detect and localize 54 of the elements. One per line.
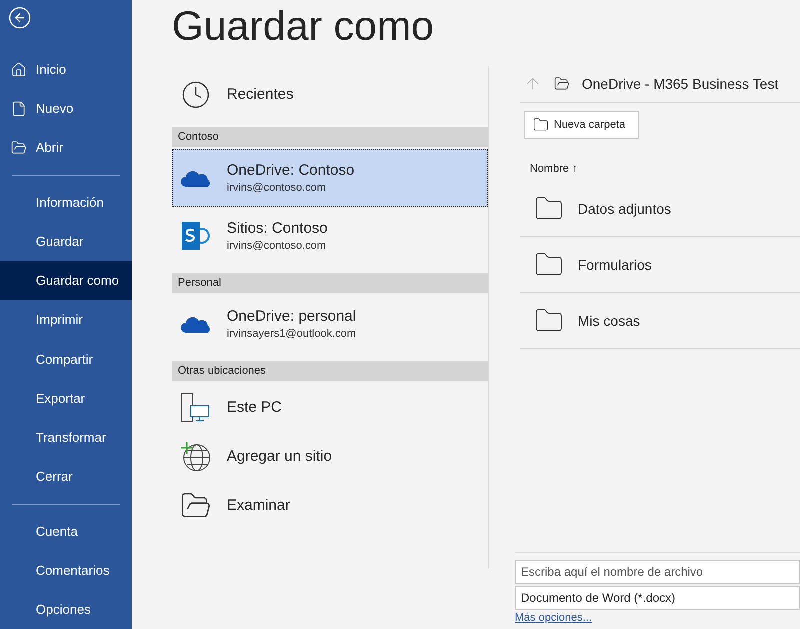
nav-item[interactable]: Cerrar [0, 456, 132, 496]
globe-add-icon [180, 440, 212, 472]
filename-field[interactable]: Escriba aquí el nombre de archivo [515, 560, 800, 584]
nav-item[interactable]: Transformar [0, 418, 132, 457]
location-item[interactable]: OneDrive: personal irvinsayers1@outlook.com [172, 295, 488, 353]
document-icon [11, 100, 27, 117]
folder-icon [11, 140, 27, 156]
page-title: Guardar como [172, 2, 436, 51]
nav-item[interactable]: Imprimir [0, 300, 132, 340]
nav-item[interactable]: Nuevo [0, 89, 132, 128]
location-title: Recientes [227, 86, 294, 103]
nav-item[interactable]: Comentarios [0, 550, 132, 590]
folder-icon [554, 76, 570, 92]
nav-item[interactable]: Cuenta [0, 512, 132, 551]
location-title: Sitios: Contoso [227, 220, 328, 237]
nav-item[interactable]: Inicio [0, 50, 132, 90]
location-item[interactable]: OneDrive: Contoso irvins@contoso.com [172, 149, 488, 207]
location-title: Agregar un sitio [227, 448, 332, 465]
account-email: irvins@contoso.com [227, 182, 328, 194]
section-header: Contoso [172, 127, 488, 147]
sharepoint-icon [180, 221, 212, 251]
section-header: Otras ubicaciones [172, 361, 488, 381]
folder-row[interactable]: Datos adjuntos [520, 181, 800, 237]
nav-item[interactable]: Opciones [0, 590, 132, 629]
nav-item[interactable]: Compartir [0, 340, 132, 379]
nav-item[interactable]: Exportar [0, 378, 132, 418]
nav-item[interactable]: Guardar [0, 222, 132, 262]
location-title: OneDrive: personal [227, 308, 356, 325]
back-button[interactable] [8, 6, 32, 30]
nav-item[interactable]: Guardar como [0, 261, 132, 300]
location-title: Este PC [227, 399, 282, 416]
location-item[interactable]: Examinar [172, 481, 488, 530]
nav-item[interactable]: Información [0, 183, 132, 222]
location-item[interactable]: Agregar un sitio [172, 432, 488, 481]
account-email: irvins@contoso.com [227, 240, 328, 252]
new-folder-button[interactable]: Nueva carpeta [524, 111, 639, 139]
folder-icon [533, 117, 549, 133]
file-type-dropdown[interactable]: Documento de Word (*.docx) [515, 586, 800, 610]
home-icon [11, 62, 27, 78]
location-title: OneDrive: Contoso [227, 162, 355, 179]
nav-item[interactable]: Abrir [0, 128, 132, 168]
folder-row[interactable]: Formularios [520, 237, 800, 293]
location-item[interactable]: Sitios: Contoso irvins@contoso.com [172, 207, 488, 265]
section-header: Personal [172, 273, 488, 293]
account-email: irvinsayers1@outlook.com [227, 328, 356, 340]
location-item[interactable]: Este PC [172, 383, 488, 432]
computer-icon [181, 392, 211, 422]
folder-path: OneDrive - M365 Business Test [582, 76, 779, 92]
more-options-link[interactable]: Más opciones... [515, 612, 592, 624]
folder-row[interactable]: Mis cosas [520, 293, 800, 349]
name-column-header[interactable]: Nombre ↑ [530, 163, 578, 175]
location-item[interactable]: Recientes [172, 70, 488, 119]
location-title: Examinar [227, 497, 290, 514]
clock-icon [181, 80, 211, 110]
